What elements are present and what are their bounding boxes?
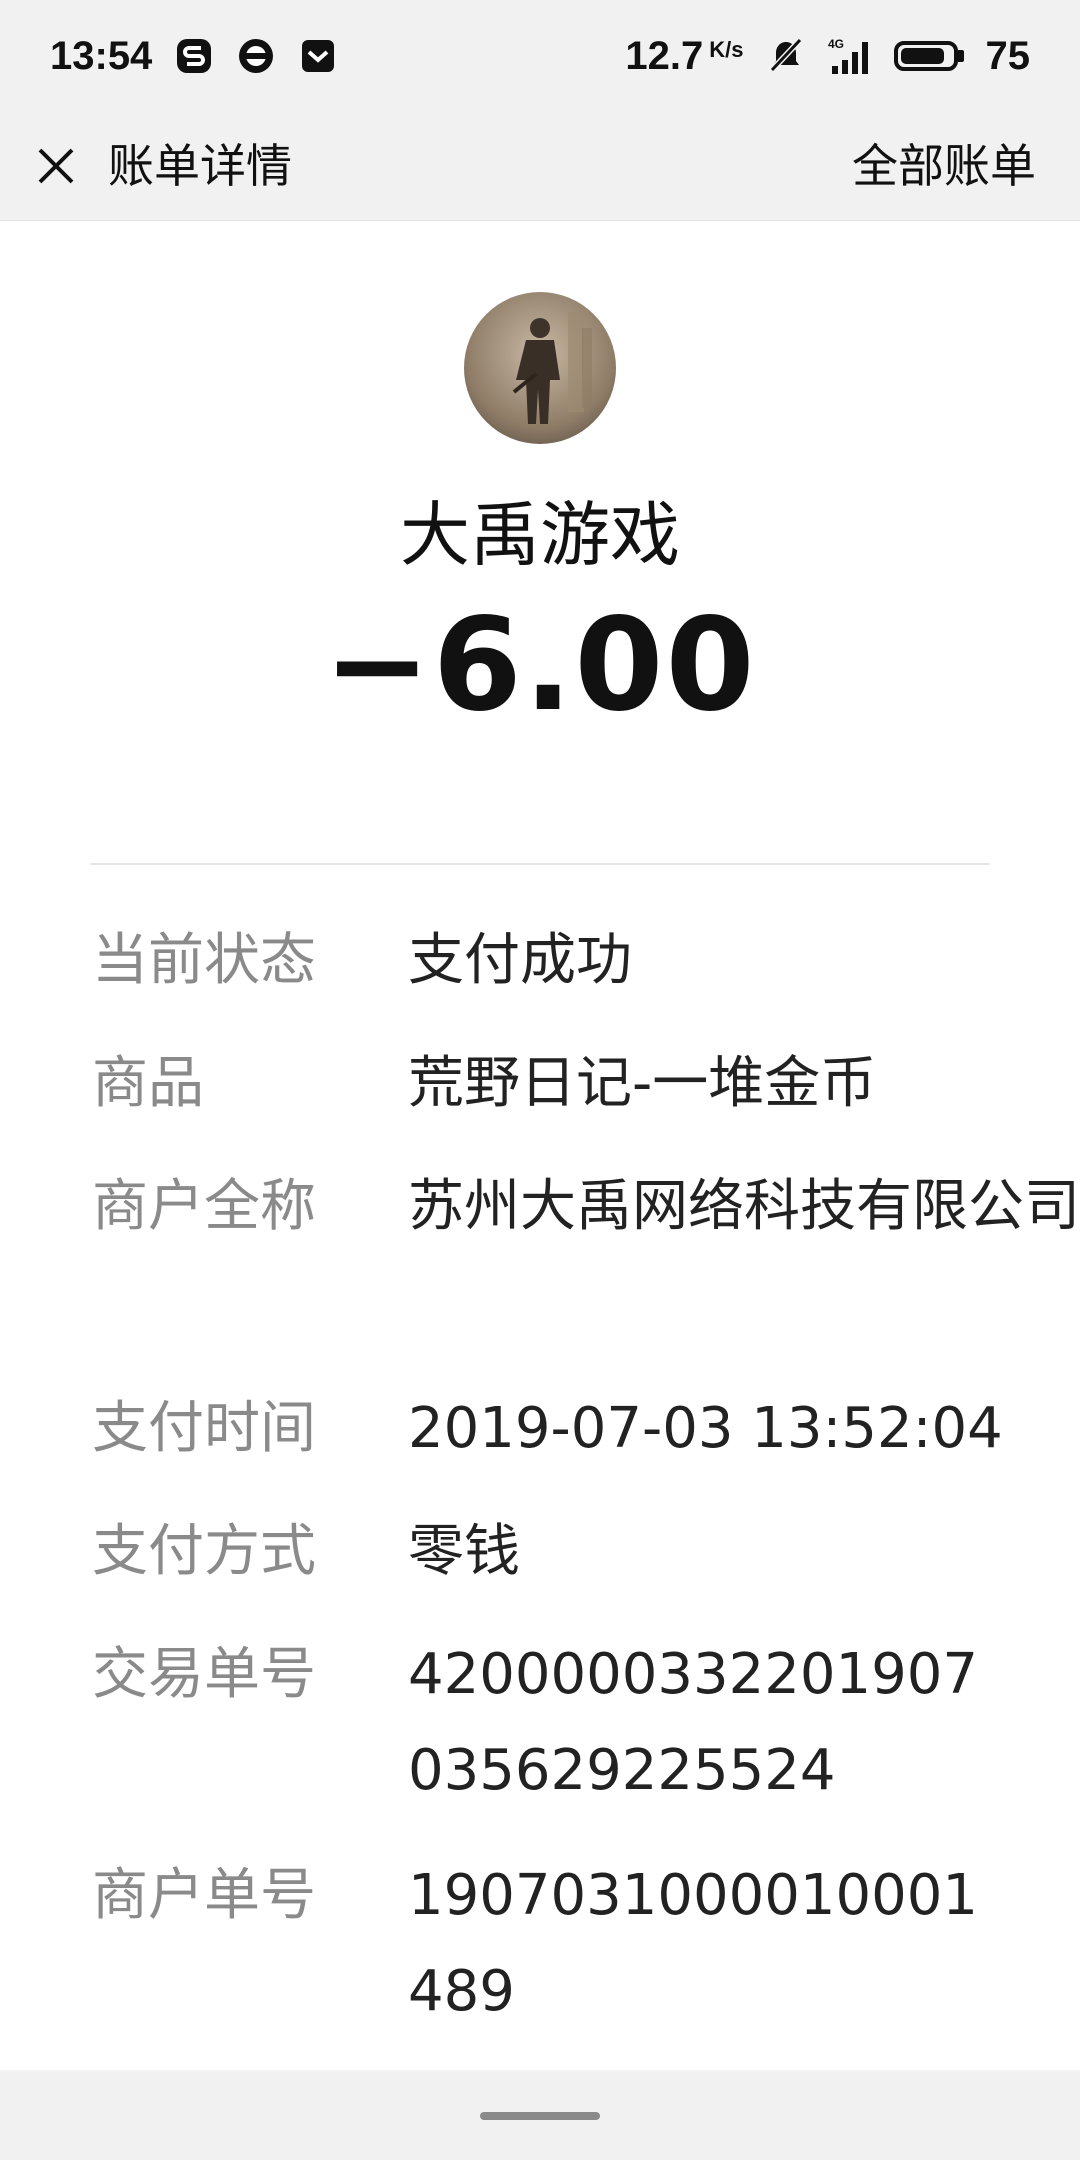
detail-label: 商品	[92, 1051, 204, 1116]
merchant-name: 大禹游戏	[400, 494, 680, 576]
transaction-amount: −6.00	[323, 591, 757, 740]
app-mail-icon	[302, 40, 335, 72]
status-bar-right: 12.7 K/s 4G 75	[625, 0, 1030, 112]
detail-value: 苏州大禹网络科技有限公司	[408, 1174, 1080, 1239]
status-bar-left: 13:54	[50, 0, 338, 112]
detail-value: 2019-07-03 13:52:04	[408, 1396, 1003, 1461]
detail-label: 当前状态	[92, 928, 316, 993]
detail-label: 交易单号	[92, 1642, 316, 1707]
title-bar: 账单详情 全部账单	[0, 112, 1080, 221]
status-time: 13:54	[50, 33, 153, 78]
detail-value[interactable]: 1907031000010001489	[408, 1848, 1008, 2040]
network-speed: 12.7 K/s	[625, 34, 743, 79]
detail-value: 荒野日记-一堆金币	[408, 1051, 877, 1116]
detail-label: 支付方式	[92, 1519, 316, 1584]
signal-4g-icon: 4G	[828, 37, 868, 74]
app-round-icon	[239, 39, 274, 73]
navigation-bar	[0, 2070, 1080, 2160]
status-bar: 13:54 12.7 K/s 4G 75	[0, 0, 1080, 112]
detail-label: 商户全称	[92, 1174, 316, 1239]
detail-value: 支付成功	[408, 928, 632, 993]
network-speed-value: 12.7	[625, 33, 704, 78]
bill-detail-content: 大禹游戏 −6.00 当前状态 支付成功 商品 荒野日记-一堆金币 商户全称 苏…	[0, 221, 1080, 2070]
app-s-icon	[177, 39, 212, 73]
home-indicator[interactable]	[480, 2112, 600, 2120]
network-speed-unit: K/s	[709, 36, 744, 62]
detail-label: 商户单号	[92, 1863, 316, 1928]
page-title: 账单详情	[108, 139, 292, 193]
mute-bell-icon	[769, 37, 802, 73]
battery-icon	[893, 41, 964, 71]
all-bills-link[interactable]: 全部账单	[852, 112, 1036, 220]
detail-value: 零钱	[408, 1519, 520, 1584]
merchant-avatar	[464, 292, 616, 444]
battery-level: 75	[985, 33, 1031, 78]
network-type-label: 4G	[828, 37, 844, 51]
detail-value[interactable]: 4200000332201907035629225524	[408, 1627, 1008, 1819]
divider	[90, 863, 990, 865]
close-icon[interactable]	[26, 136, 86, 196]
detail-label: 支付时间	[92, 1396, 316, 1461]
